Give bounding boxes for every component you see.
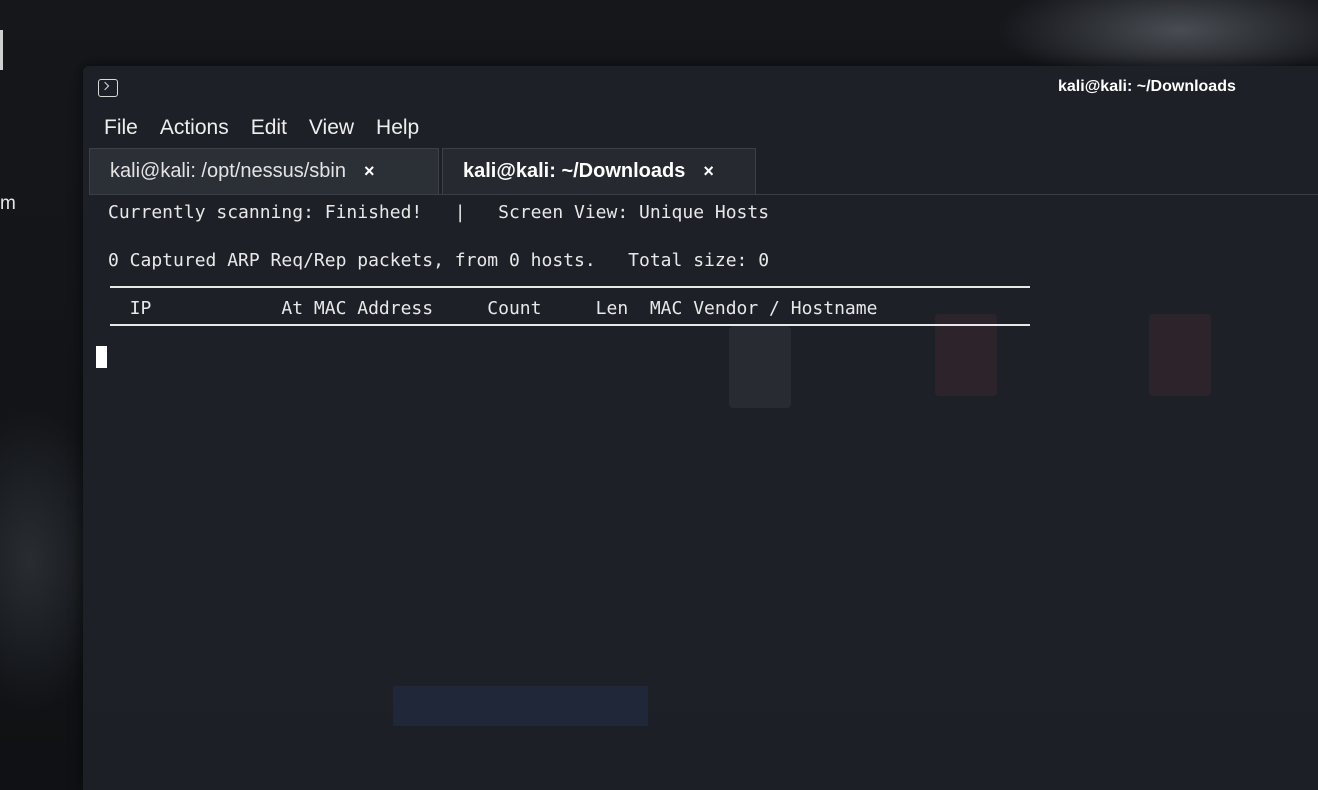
close-icon[interactable]: × xyxy=(703,161,714,182)
terminal-window[interactable]: kali@kali: ~/Downloads File Actions Edit… xyxy=(83,66,1318,790)
menu-help[interactable]: Help xyxy=(365,112,430,144)
table-header-line: IP At MAC Address Count Len MAC Vendor /… xyxy=(108,298,878,319)
menu-bar: File Actions Edit View Help xyxy=(93,112,430,144)
title-bar[interactable]: kali@kali: ~/Downloads xyxy=(83,66,1318,110)
table-bottom-rule xyxy=(110,324,1030,326)
desktop-partial-label: m xyxy=(0,193,16,214)
window-title: kali@kali: ~/Downloads xyxy=(1058,78,1236,95)
desktop-edge-widget xyxy=(0,30,3,70)
menu-view[interactable]: View xyxy=(298,112,365,144)
table-top-rule xyxy=(110,286,1030,288)
menu-actions[interactable]: Actions xyxy=(149,112,240,144)
terminal-output[interactable]: Currently scanning: Finished! | Screen V… xyxy=(108,202,1030,349)
tab-nessus-sbin[interactable]: kali@kali: /opt/nessus/sbin × xyxy=(89,148,439,194)
close-icon[interactable]: × xyxy=(364,161,375,182)
menu-file[interactable]: File xyxy=(93,112,149,144)
capture-summary-line: 0 Captured ARP Req/Rep packets, from 0 h… xyxy=(108,250,770,271)
tab-bar: kali@kali: /opt/nessus/sbin × kali@kali:… xyxy=(89,148,1318,195)
text-cursor xyxy=(96,346,107,368)
terminal-icon xyxy=(98,79,118,97)
menu-edit[interactable]: Edit xyxy=(240,112,298,144)
scan-status-line: Currently scanning: Finished! | Screen V… xyxy=(108,202,770,223)
tab-label: kali@kali: ~/Downloads xyxy=(463,160,686,182)
tab-label: kali@kali: /opt/nessus/sbin xyxy=(110,160,346,182)
tab-downloads[interactable]: kali@kali: ~/Downloads × xyxy=(442,148,756,194)
